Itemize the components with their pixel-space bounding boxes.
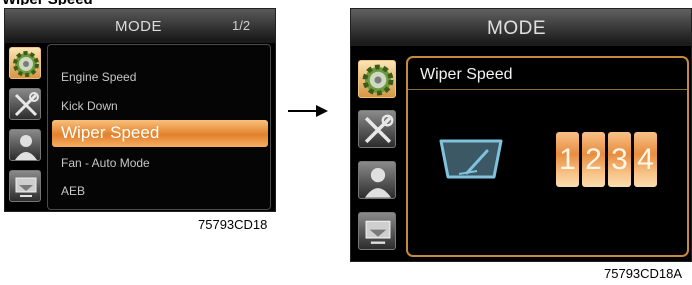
figure-caption-left: 75793CD18 [198, 217, 268, 232]
menu-item-fan-auto-mode[interactable]: Fan - Auto Mode [61, 156, 150, 170]
user-icon[interactable] [9, 129, 41, 161]
wiper-icon [439, 139, 503, 179]
mode-menu-screen: MODE 1/2 Engine Speed Kick Down Wiper Sp… [4, 8, 276, 212]
gear-icon[interactable] [9, 47, 41, 79]
panel-title: Wiper Speed [420, 66, 513, 83]
speed-option-1[interactable]: 1 [556, 132, 579, 187]
screen-title: MODE [115, 18, 162, 35]
arrow-head [316, 105, 328, 117]
tools-icon[interactable] [9, 88, 41, 120]
menu-item-engine-speed[interactable]: Engine Speed [61, 70, 136, 84]
wiper-speed-screen: MODE Wiper Speed 1 2 3 4 [350, 8, 692, 262]
display-icon[interactable] [358, 212, 396, 250]
tools-icon[interactable] [358, 110, 396, 148]
screen-header: MODE 1/2 [5, 9, 275, 43]
figure-caption-right: 75793CD18A [604, 266, 683, 281]
menu-item-aeb[interactable]: AEB [61, 184, 85, 198]
screen-header: MODE [351, 9, 691, 46]
screen-title: MODE [487, 18, 546, 39]
user-icon[interactable] [358, 161, 396, 199]
menu-item-wiper-speed[interactable]: Wiper Speed [52, 120, 268, 147]
speed-option-4[interactable]: 4 [634, 132, 657, 187]
panel-divider [408, 89, 687, 90]
page-indicator: 1/2 [232, 18, 251, 33]
wiper-speed-panel: Wiper Speed 1 2 3 4 [406, 56, 689, 257]
menu-item-kick-down[interactable]: Kick Down [61, 99, 118, 113]
gear-icon[interactable] [358, 60, 396, 98]
speed-option-2[interactable]: 2 [582, 132, 605, 187]
mode-menu-list: Engine Speed Kick Down Wiper Speed Fan -… [47, 44, 271, 210]
page-heading-fragment: Wiper Speed [2, 0, 93, 5]
speed-option-3[interactable]: 3 [608, 132, 631, 187]
display-icon[interactable] [9, 170, 41, 202]
arrow-shaft [288, 110, 318, 112]
